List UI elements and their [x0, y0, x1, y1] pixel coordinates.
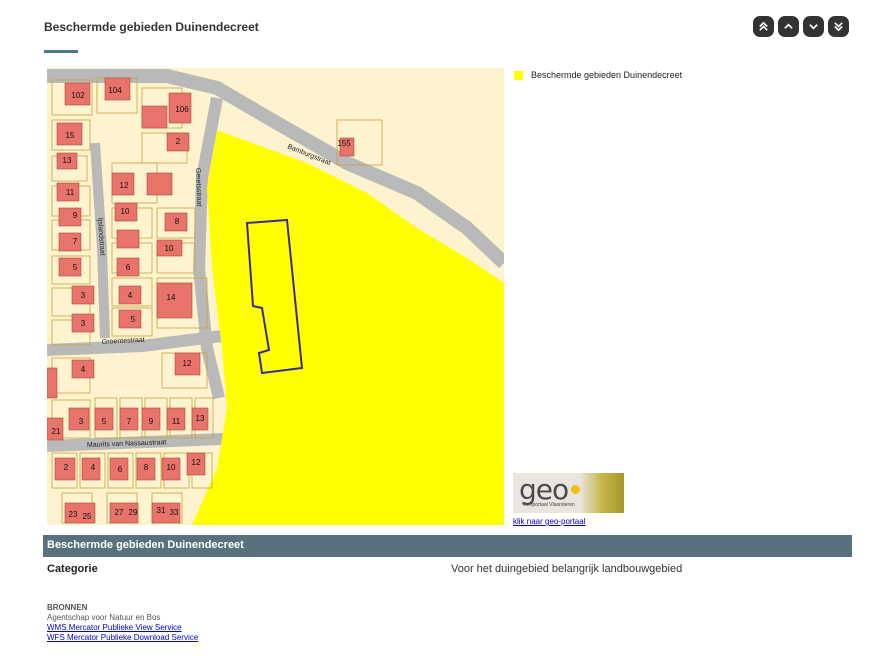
wfs-link[interactable]: WFS Mercator Publieke Download Service [47, 633, 198, 643]
sources-title: BRONNEN [47, 603, 88, 612]
svg-text:11: 11 [172, 417, 181, 426]
svg-text:6: 6 [126, 263, 131, 272]
svg-text:10: 10 [165, 244, 174, 253]
geo-logo-subtext: Geoportaal Vlaanderen [523, 502, 575, 508]
svg-text:8: 8 [144, 463, 149, 472]
svg-text:9: 9 [149, 417, 154, 426]
svg-text:3: 3 [81, 319, 86, 328]
svg-text:6: 6 [118, 465, 123, 474]
chevron-up-icon [784, 23, 793, 29]
svg-text:12: 12 [183, 359, 192, 368]
svg-text:3: 3 [81, 291, 86, 300]
info-header: Beschermde gebieden Duinendecreet [43, 535, 852, 557]
map-image[interactable]: 102 104 106 15 2 155 13 12 11 9 10 8 7 1… [47, 68, 504, 525]
svg-text:21: 21 [52, 427, 61, 436]
svg-text:102: 102 [71, 91, 85, 100]
svg-text:12: 12 [192, 458, 201, 467]
svg-text:5: 5 [131, 315, 136, 324]
svg-text:3: 3 [79, 417, 84, 426]
svg-text:Geretsstraat: Geretsstraat [194, 168, 202, 207]
svg-text:8: 8 [175, 217, 180, 226]
last-button[interactable] [828, 16, 849, 37]
previous-button[interactable] [778, 16, 799, 37]
svg-text:4: 4 [91, 463, 96, 472]
svg-text:33: 33 [170, 508, 179, 517]
svg-text:12: 12 [120, 181, 129, 190]
svg-text:7: 7 [127, 417, 132, 426]
double-chevron-down-icon [834, 22, 843, 32]
svg-text:106: 106 [175, 105, 189, 114]
legend-swatch [514, 70, 523, 80]
title-underline [44, 50, 78, 53]
svg-text:2: 2 [176, 137, 181, 146]
svg-text:15: 15 [66, 131, 75, 140]
svg-text:31: 31 [157, 506, 166, 515]
svg-text:25: 25 [83, 512, 92, 521]
svg-text:155: 155 [337, 139, 351, 148]
first-button[interactable] [753, 16, 774, 37]
svg-text:23: 23 [69, 510, 78, 519]
svg-text:9: 9 [73, 211, 78, 220]
svg-text:5: 5 [73, 263, 78, 272]
svg-text:4: 4 [81, 365, 86, 374]
geo-portal-link[interactable]: klik naar geo-portaal [513, 517, 585, 526]
svg-text:27: 27 [115, 508, 124, 517]
category-label: Categorie [47, 563, 98, 575]
svg-text:13: 13 [63, 156, 72, 165]
double-chevron-up-icon [759, 21, 768, 31]
svg-text:5: 5 [102, 417, 107, 426]
svg-text:10: 10 [167, 463, 176, 472]
chevron-down-icon [809, 24, 818, 30]
svg-text:2: 2 [64, 463, 69, 472]
page-title: Beschermde gebieden Duinendecreet [44, 20, 259, 34]
svg-text:104: 104 [108, 86, 122, 95]
svg-text:11: 11 [66, 188, 75, 197]
wms-link[interactable]: WMS Mercator Publieke View Service [47, 623, 198, 633]
sources: BRONNEN Agentschap voor Natuur en Bos WM… [47, 603, 198, 643]
geo-logo[interactable]: geo Geoportaal Vlaanderen [513, 473, 624, 513]
category-value: Voor het duingebied belangrijk landbouwg… [451, 563, 683, 575]
legend: Beschermde gebieden Duinendecreet [514, 70, 682, 80]
svg-text:10: 10 [121, 207, 130, 216]
svg-text:7: 7 [73, 237, 78, 246]
svg-text:29: 29 [129, 508, 138, 517]
svg-text:14: 14 [167, 293, 176, 302]
next-button[interactable] [803, 16, 824, 37]
nav-buttons [753, 16, 849, 37]
svg-text:13: 13 [196, 414, 205, 423]
svg-text:4: 4 [128, 291, 133, 300]
geo-logo-dot [571, 485, 580, 494]
legend-label: Beschermde gebieden Duinendecreet [531, 70, 683, 80]
sources-agency: Agentschap voor Natuur en Bos [47, 613, 161, 622]
